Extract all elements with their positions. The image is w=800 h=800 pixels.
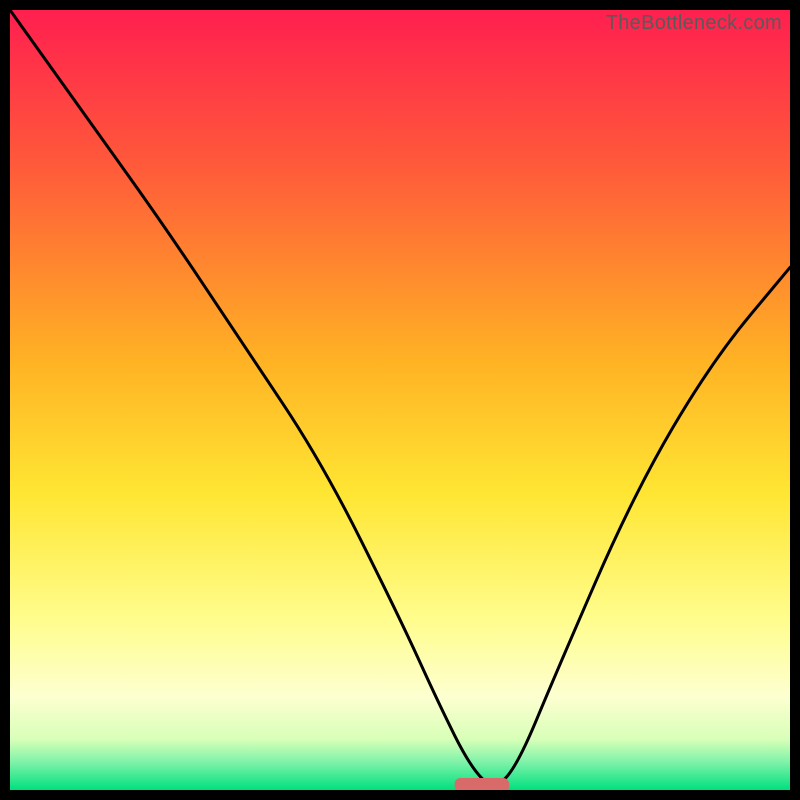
- chart-frame: [10, 10, 790, 790]
- optimal-marker: [455, 778, 510, 790]
- watermark-text: TheBottleneck.com: [606, 12, 782, 35]
- gradient-background: [10, 10, 790, 790]
- bottleneck-chart: [10, 10, 790, 790]
